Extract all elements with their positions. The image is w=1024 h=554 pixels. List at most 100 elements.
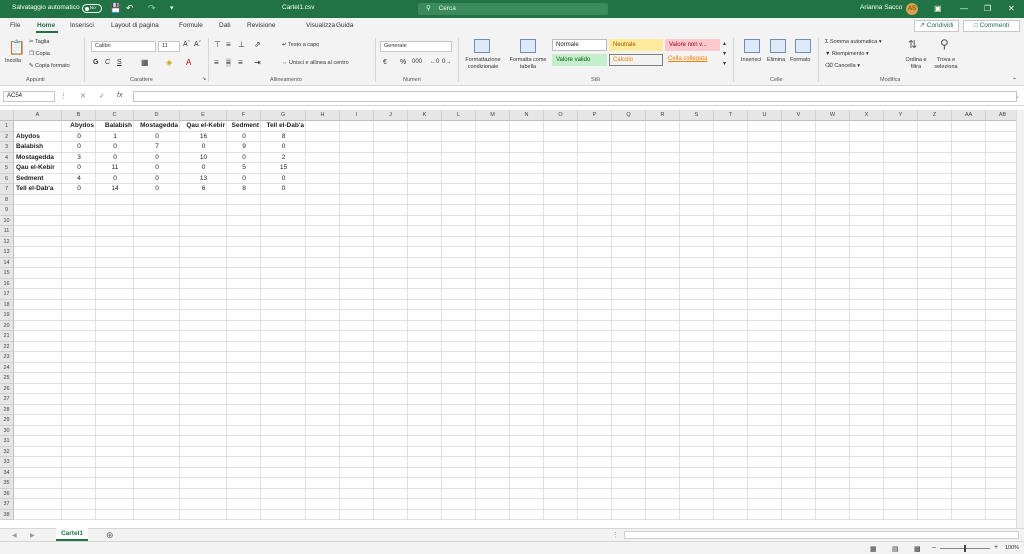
data-cell[interactable]: 14 — [96, 184, 134, 195]
tab-page-layout[interactable]: Layout di pagina — [111, 22, 159, 29]
data-cell[interactable]: 16 — [180, 132, 227, 143]
data-cell[interactable]: 5 — [227, 163, 261, 174]
column-label-cell[interactable]: Sedment — [227, 121, 261, 132]
column-header-b[interactable]: B — [62, 110, 96, 121]
data-cell[interactable]: 11 — [96, 163, 134, 174]
column-header-d[interactable]: D — [134, 110, 180, 121]
grow-font-icon[interactable]: Aˆ — [183, 41, 190, 48]
data-cell[interactable]: 0 — [227, 132, 261, 143]
close-icon[interactable]: ✕ — [1008, 3, 1015, 14]
data-cell[interactable]: 0 — [62, 184, 96, 195]
data-cell[interactable]: 1 — [96, 132, 134, 143]
row-header[interactable]: 7 — [0, 184, 14, 195]
indent-icon[interactable]: ⇥ — [254, 58, 261, 67]
conditional-format-icon[interactable] — [474, 39, 490, 53]
minimize-icon[interactable]: — — [960, 3, 968, 14]
row-header[interactable]: 28 — [0, 404, 14, 415]
data-cell[interactable]: 0 — [180, 163, 227, 174]
data-cell[interactable]: 8 — [261, 132, 306, 143]
sort-filter-icon[interactable]: ⇅ — [908, 38, 917, 51]
align-center-icon[interactable]: ≡ — [226, 58, 231, 67]
row-header[interactable]: 16 — [0, 278, 14, 289]
row-header[interactable]: 24 — [0, 362, 14, 373]
data-cell[interactable]: 7 — [134, 142, 180, 153]
row-header[interactable]: 20 — [0, 320, 14, 331]
row-header[interactable]: 36 — [0, 488, 14, 499]
data-cell[interactable]: 8 — [227, 184, 261, 195]
column-header-aa[interactable]: AA — [952, 110, 986, 121]
avatar[interactable]: AS — [906, 3, 918, 15]
fill-button[interactable]: ▼ Riempimento ▾ — [825, 51, 869, 57]
row-label-cell[interactable]: Qau el-Kebir — [14, 163, 62, 174]
column-header-y[interactable]: Y — [884, 110, 918, 121]
column-header-u[interactable]: U — [748, 110, 782, 121]
comments-button[interactable]: □ Commenti — [963, 20, 1020, 32]
column-header-q[interactable]: Q — [612, 110, 646, 121]
data-cell[interactable]: 0 — [261, 142, 306, 153]
style-normal[interactable]: Normale — [552, 39, 607, 51]
autosum-button[interactable]: Σ Somma automatica ▾ — [825, 39, 882, 45]
data-cell[interactable]: 0 — [134, 184, 180, 195]
data-cell[interactable]: 0 — [134, 174, 180, 185]
conditional-format-button[interactable]: Formattazione condizionale — [461, 57, 505, 71]
column-header-a[interactable]: A — [14, 110, 62, 121]
data-cell[interactable]: 13 — [180, 174, 227, 185]
delete-cells-icon[interactable] — [770, 39, 786, 53]
tab-file[interactable]: File — [10, 22, 20, 29]
tab-data[interactable]: Dati — [219, 22, 231, 29]
insert-cells-icon[interactable] — [744, 39, 760, 53]
data-cell[interactable]: 9 — [227, 142, 261, 153]
copy-button[interactable]: ❐ Copia — [29, 51, 50, 57]
column-header-r[interactable]: R — [646, 110, 680, 121]
data-cell[interactable]: 10 — [180, 153, 227, 164]
currency-icon[interactable]: € — [383, 59, 387, 66]
number-format-select[interactable]: Generale — [380, 41, 452, 52]
fill-color-icon[interactable]: ◈ — [166, 58, 172, 67]
data-cell[interactable]: 0 — [134, 163, 180, 174]
vertical-scrollbar[interactable] — [1016, 110, 1024, 528]
style-neutral[interactable]: Neutrale — [609, 39, 663, 51]
font-color-icon[interactable]: A — [186, 58, 191, 67]
row-header[interactable]: 29 — [0, 415, 14, 426]
align-top-icon[interactable]: ⊤ — [214, 40, 221, 49]
style-linked-cell[interactable]: Cella collegata — [665, 54, 720, 66]
name-box-dropdown-icon[interactable]: ⋮ — [60, 92, 67, 100]
find-select-button[interactable]: Trova e seleziona — [930, 57, 962, 71]
wrap-text-button[interactable]: ↵ Testo a capo — [282, 42, 319, 48]
row-header[interactable]: 15 — [0, 268, 14, 279]
column-header-o[interactable]: O — [544, 110, 578, 121]
align-left-icon[interactable]: ≡ — [214, 58, 219, 67]
row-header[interactable]: 8 — [0, 194, 14, 205]
data-cell[interactable]: 0 — [62, 142, 96, 153]
row-header[interactable]: 6 — [0, 173, 14, 184]
underline-button[interactable]: S — [117, 59, 122, 66]
column-header-m[interactable]: M — [476, 110, 510, 121]
tab-split-icon[interactable]: ⋮ — [612, 531, 619, 539]
styles-scroll-up-icon[interactable]: ▴ — [723, 40, 726, 47]
column-header-j[interactable]: J — [374, 110, 408, 121]
column-header-x[interactable]: X — [850, 110, 884, 121]
percent-icon[interactable]: % — [400, 59, 406, 66]
data-cell[interactable]: 0 — [96, 174, 134, 185]
styles-scroll-down-icon[interactable]: ▾ — [723, 50, 726, 57]
data-cell[interactable]: 4 — [62, 174, 96, 185]
column-label-cell[interactable]: Mostagedda — [134, 121, 180, 132]
bold-button[interactable]: G — [93, 59, 98, 66]
row-header[interactable]: 4 — [0, 152, 14, 163]
merge-center-button[interactable]: ⇔ Unisci e allinea al centro — [282, 60, 349, 66]
format-painter-button[interactable]: ✎ Copia formato — [29, 63, 70, 69]
tab-view[interactable]: Visualizza — [306, 22, 335, 29]
user-name[interactable]: Arianna Sacco — [860, 4, 902, 11]
column-label-cell[interactable]: Tell el-Dab'a — [261, 121, 306, 132]
row-header[interactable]: 11 — [0, 226, 14, 237]
row-label-cell[interactable]: Balabish — [14, 142, 62, 153]
row-label-cell[interactable]: Tell el-Dab'a — [14, 184, 62, 195]
column-header-e[interactable]: E — [180, 110, 227, 121]
insert-function-icon[interactable]: fx — [117, 92, 122, 99]
insert-cells-button[interactable]: Inserisci — [741, 57, 761, 63]
confirm-entry-icon[interactable]: ✓ — [99, 92, 105, 100]
data-cell[interactable]: 0 — [96, 142, 134, 153]
decrease-decimal-icon[interactable]: 0→ — [442, 59, 451, 65]
sheet-tab-cartel1[interactable]: Cartel1 — [56, 528, 88, 541]
column-header-w[interactable]: W — [816, 110, 850, 121]
